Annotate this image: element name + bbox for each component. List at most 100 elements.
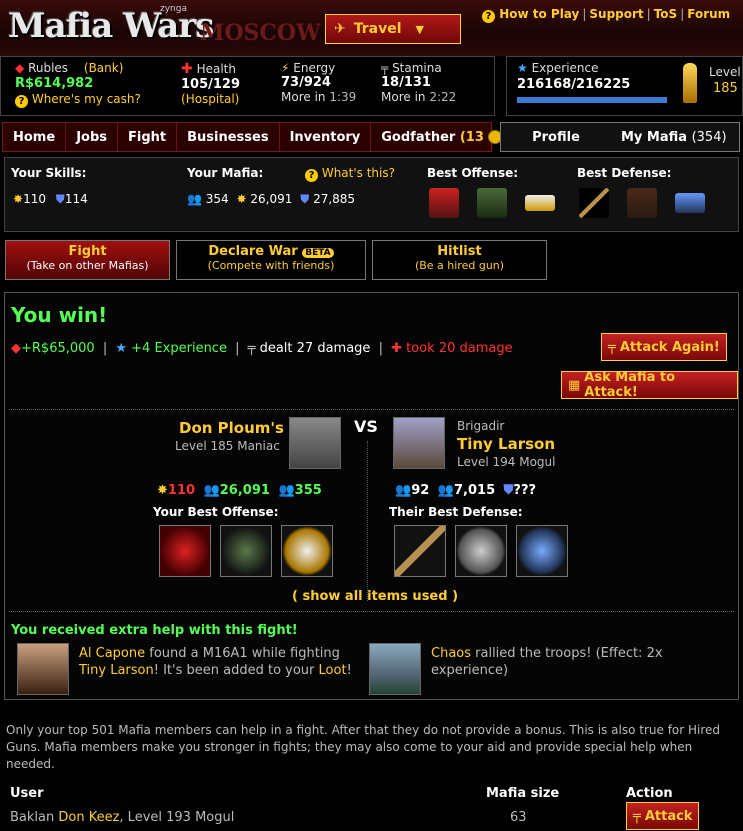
nav-my-mafia[interactable]: My Mafia (354) — [611, 123, 737, 151]
opponent-defense-items — [394, 525, 577, 580]
gun-icon: ╤ — [247, 341, 256, 356]
nav-fight[interactable]: Fight — [118, 123, 178, 151]
warship-item-icon[interactable] — [516, 525, 568, 577]
cash-gain: +R$65,000 — [21, 341, 95, 356]
tab-declare-war[interactable]: Declare War BETA (Compete with friends) — [176, 240, 366, 280]
rubles-icon: ◆ — [15, 61, 25, 75]
stats-bar: ◆ Rubles (Bank) R$614,982 ? Where's my c… — [0, 56, 495, 116]
stamina-more-label: More in — [381, 90, 426, 104]
travel-button[interactable]: ✈ Travel ▼ — [325, 14, 461, 44]
vs-label: VS — [354, 417, 378, 436]
opponent-avatar[interactable] — [393, 417, 445, 469]
help-message-1: Al Capone found a M16A1 while fighting T… — [79, 645, 359, 679]
mafia-defense-icon: 👥 — [437, 483, 454, 498]
your-mafia-label: Your Mafia: — [187, 166, 264, 180]
stamina-label: Stamina — [392, 61, 442, 75]
forum-link[interactable]: Forum — [687, 7, 730, 21]
help-target[interactable]: Tiny Larson — [79, 663, 154, 678]
chevron-down-icon: ▼ — [415, 22, 424, 36]
energy-label: Energy — [293, 61, 336, 75]
tos-link[interactable]: ToS — [654, 7, 677, 21]
player-avatar[interactable] — [289, 417, 341, 469]
row-attack-button[interactable]: ╤ Attack — [626, 802, 700, 830]
experience-star-icon: ★ — [115, 341, 128, 356]
health-label: Health — [196, 62, 236, 76]
mafia-defense-icon: ⛊ — [300, 192, 310, 206]
loot-link[interactable]: Loot — [319, 663, 347, 678]
ask-mafia-button[interactable]: ▦ Ask Mafia to Attack! — [561, 370, 738, 400]
helper-avatar-chaos[interactable] — [369, 643, 421, 695]
bank-link[interactable]: (Bank) — [84, 61, 124, 75]
row-user-name[interactable]: Don Keez — [58, 810, 119, 825]
player-attack: 110 — [167, 483, 196, 498]
energy-timer: 1:39 — [329, 90, 357, 104]
stamina-timer: 2:22 — [429, 90, 457, 104]
best-defense-items — [579, 188, 705, 218]
cash-section: ◆ Rubles (Bank) R$614,982 ? Where's my c… — [15, 61, 141, 108]
help-text: ! It's been added to your — [153, 663, 319, 678]
cane-item-icon[interactable] — [579, 188, 609, 218]
help-text: ! — [346, 663, 352, 678]
nav-profile[interactable]: Profile — [501, 123, 611, 151]
damage-taken: took 20 damage — [406, 341, 513, 356]
opponent-name[interactable]: Tiny Larson — [457, 435, 555, 453]
cane-item-icon[interactable] — [394, 525, 446, 577]
player-mafia-attack: 26,091 — [219, 483, 270, 498]
divider — [9, 611, 734, 612]
help-icon: ? — [482, 10, 495, 23]
attack-again-button[interactable]: ╤ Attack Again! — [601, 333, 727, 361]
experience-value: 216168/216225 — [517, 77, 631, 92]
mafia-members-icon: 👥 — [395, 483, 412, 498]
attack-icon: ✸ — [13, 192, 24, 206]
mafia-attack-icon: 👥 — [203, 483, 220, 498]
skill-values: ✸110 ⛊114 — [13, 192, 88, 207]
dynamite-item-icon[interactable] — [429, 188, 459, 218]
attack-label: Attack — [644, 808, 693, 824]
armored-vehicle-item-icon[interactable] — [220, 525, 272, 577]
tab-hitlist[interactable]: Hitlist (Be a hired gun) — [372, 240, 547, 280]
opponent-best-defense-label: Their Best Defense: — [389, 505, 523, 519]
nav-godfather[interactable]: Godfather (13) — [371, 123, 518, 151]
nav-home[interactable]: Home — [3, 123, 67, 151]
briefcase-item-icon[interactable] — [455, 525, 507, 577]
armored-vehicle-item-icon[interactable] — [476, 188, 507, 218]
skills-label: Your Skills: — [11, 166, 87, 180]
dynamite-item-icon[interactable] — [159, 525, 211, 577]
godfather-count: (13 — [459, 129, 484, 145]
column-header-user: User — [10, 786, 44, 801]
help-icon: ? — [15, 95, 28, 108]
warship-item-icon[interactable] — [674, 193, 705, 213]
row-mafia-size: 63 — [510, 810, 527, 825]
tab-fight[interactable]: Fight (Take on other Mafias) — [5, 240, 170, 280]
table-row: Baklan Don Keez, Level 193 Mogul — [10, 810, 234, 825]
experience-label: Experience — [531, 61, 599, 75]
hospital-link[interactable]: Hospital — [186, 92, 235, 106]
speedboat-item-icon[interactable] — [281, 525, 333, 577]
helper-name[interactable]: Al Capone — [79, 646, 145, 661]
how-to-play-link[interactable]: How to Play — [499, 7, 579, 21]
player-stats: ✸110 👥26,091 👥355 — [157, 483, 322, 498]
nav-jobs[interactable]: Jobs — [66, 123, 118, 151]
player-name[interactable]: Don Ploum's — [179, 419, 284, 437]
show-all-items-link[interactable]: ( show all items used ) — [292, 589, 458, 604]
helper-name[interactable]: Chaos — [431, 646, 471, 661]
best-offense-items — [429, 188, 555, 218]
helper-avatar-al-capone[interactable] — [17, 643, 69, 695]
defense-shield-icon: ⛊ — [503, 483, 514, 498]
whats-this-link[interactable]: What's this? — [322, 166, 395, 180]
mafia-attack: 26,091 — [250, 192, 293, 206]
tab-declare-war-subtitle: (Compete with friends) — [207, 259, 335, 272]
wheres-my-cash-link[interactable]: Where's my cash? — [32, 92, 141, 106]
nav-inventory[interactable]: Inventory — [280, 123, 372, 151]
experience-star-icon: ★ — [517, 61, 528, 75]
tab-hitlist-title: Hitlist — [437, 244, 482, 259]
bodyguard-item-icon[interactable] — [626, 188, 657, 218]
nav-businesses[interactable]: Businesses — [177, 123, 280, 151]
ask-mafia-label: Ask Mafia to Attack! — [584, 370, 676, 400]
tab-hitlist-subtitle: (Be a hired gun) — [414, 259, 505, 272]
energy-bolt-icon: ⚡ — [281, 61, 290, 75]
my-mafia-count: (354) — [691, 129, 727, 145]
speedboat-item-icon[interactable] — [524, 195, 555, 211]
support-link[interactable]: Support — [589, 7, 643, 21]
level-bullet-icon — [683, 63, 697, 103]
